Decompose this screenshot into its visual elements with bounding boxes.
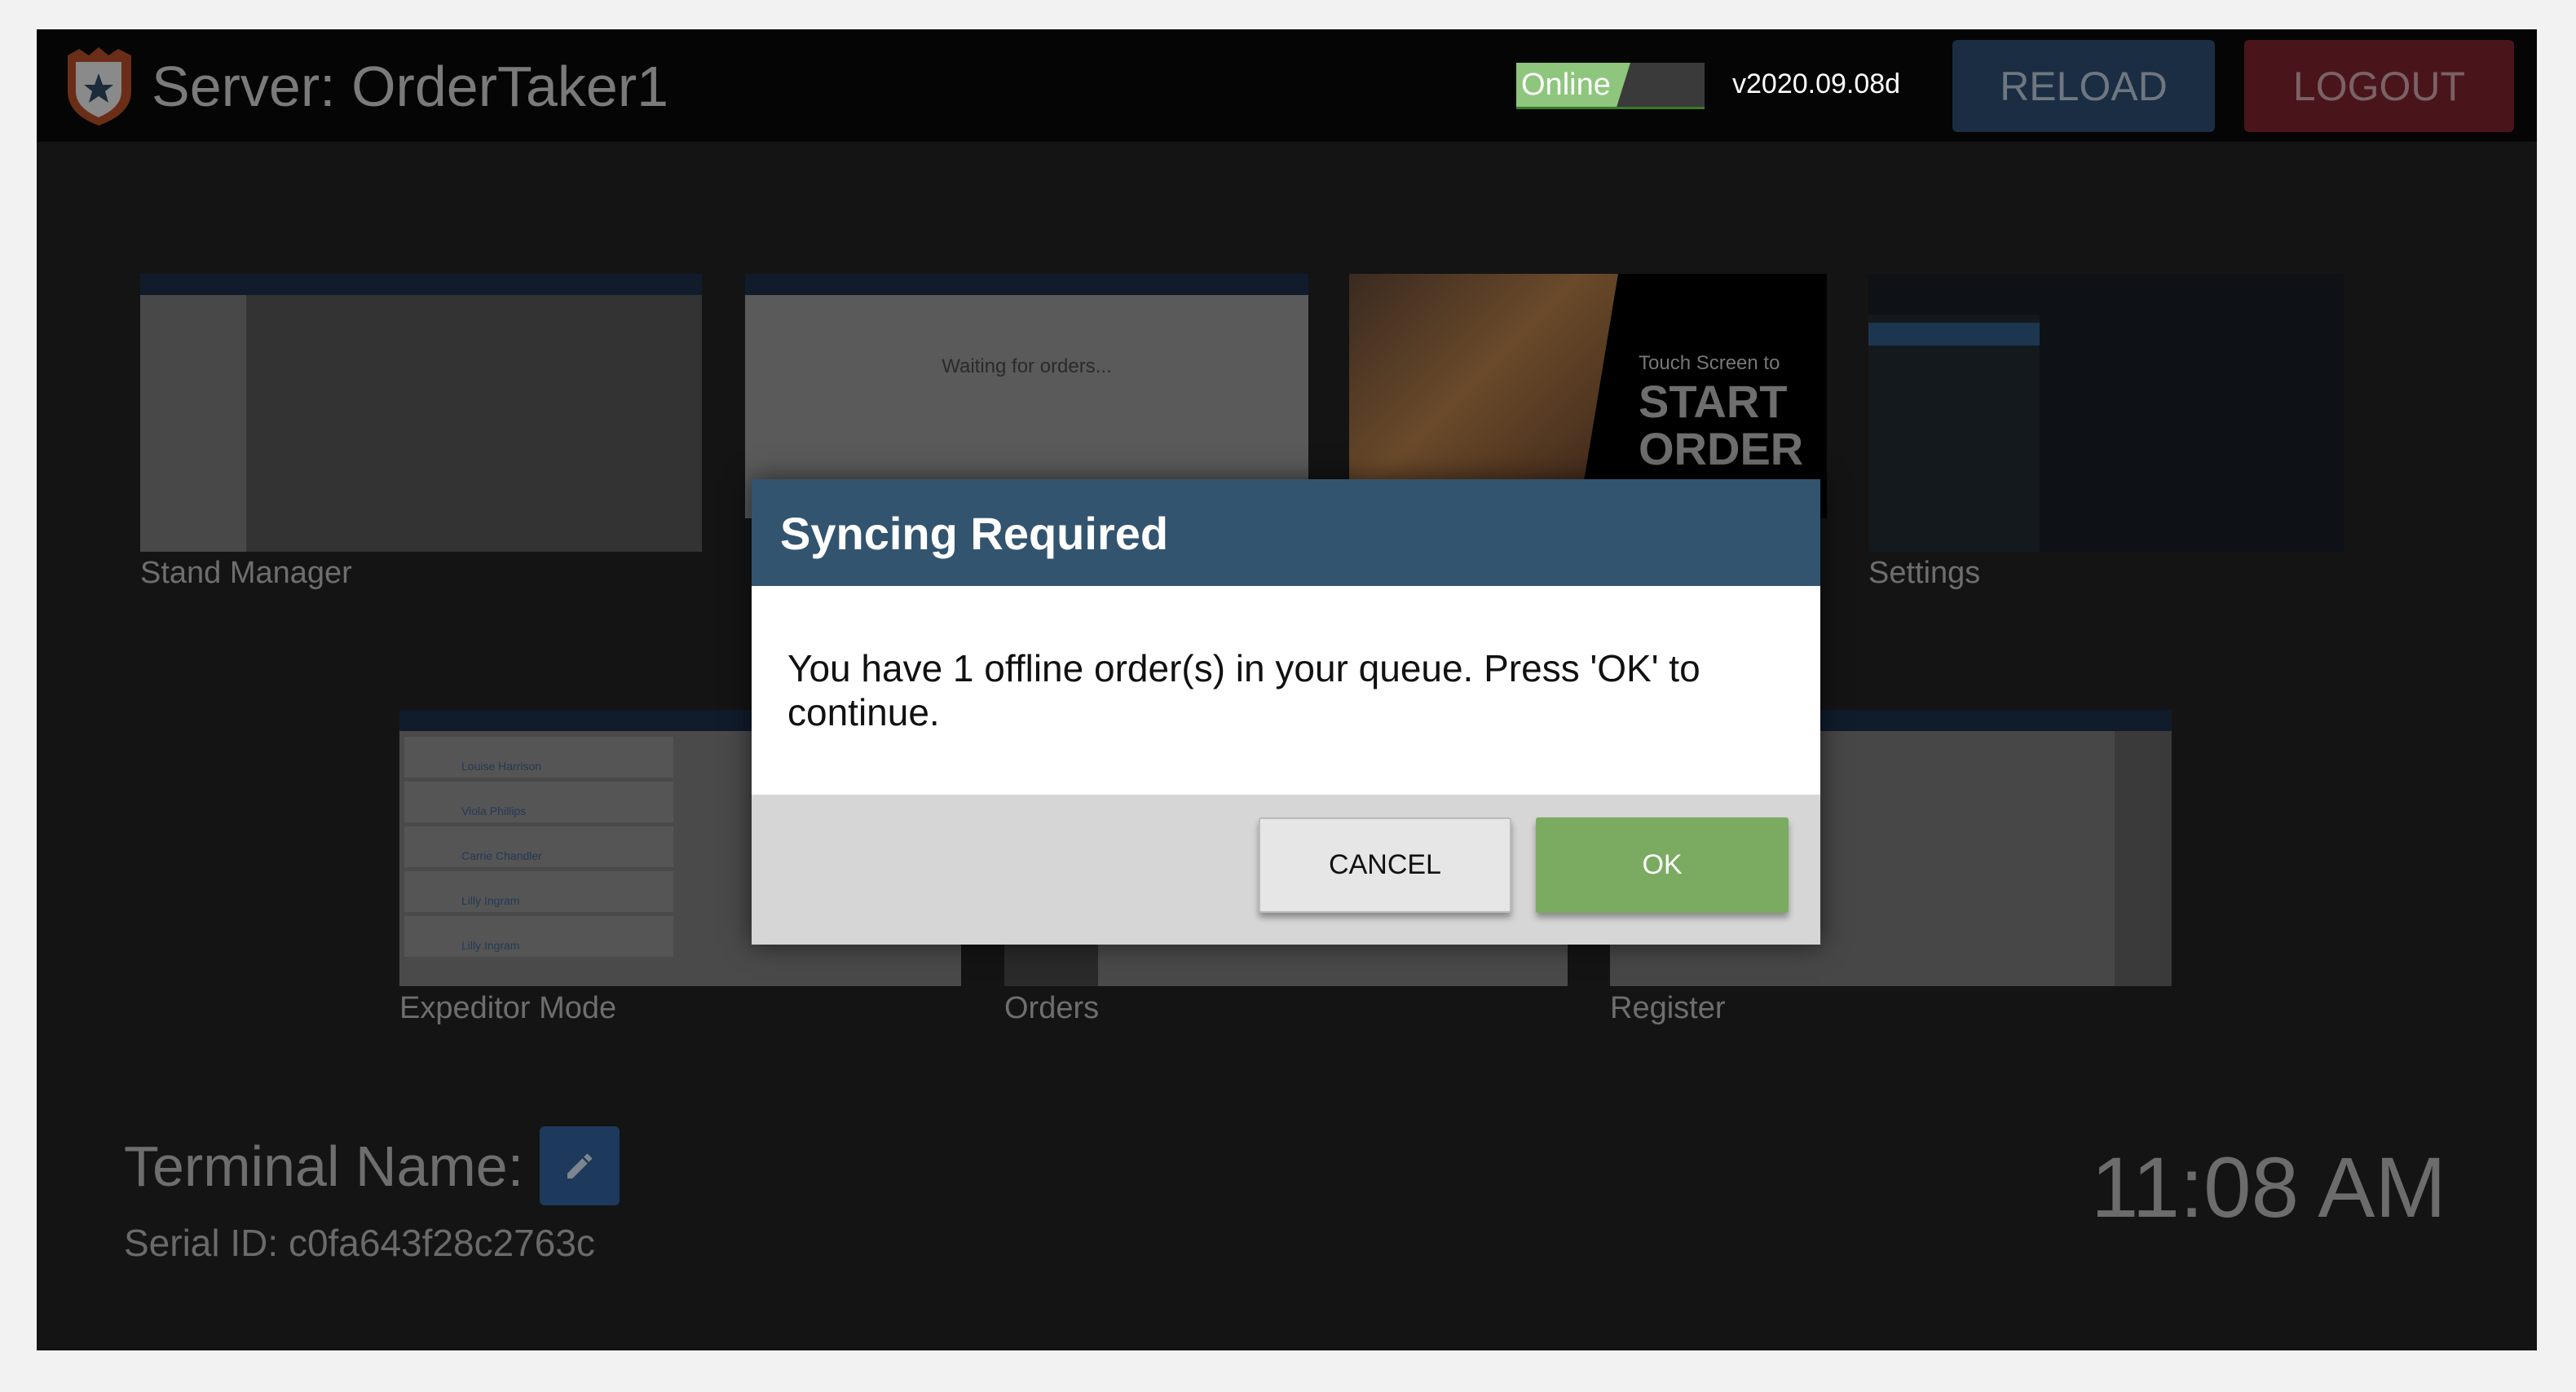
reload-button[interactable]: RELOAD: [1952, 40, 2215, 132]
online-toggle[interactable]: Online: [1516, 63, 1705, 109]
server-title: Server: OrderTaker1: [152, 55, 669, 118]
expeditor-order: Louise Harrison: [404, 737, 673, 777]
clock: 11:08 AM: [2091, 1140, 2446, 1236]
dialog-message: You have 1 offline order(s) in your queu…: [787, 647, 1700, 733]
top-bar: Server: OrderTaker1 Online v2020.09.08d …: [37, 29, 2537, 142]
thumb-waiting-text: Waiting for orders...: [942, 355, 1112, 377]
app-label-register: Register: [1610, 991, 1726, 1025]
expeditor-order: Lilly Ingram: [404, 871, 673, 912]
expeditor-order: Lilly Ingram: [404, 916, 673, 957]
thumb-touch-text: Touch Screen to: [1639, 352, 1780, 374]
ok-button[interactable]: OK: [1536, 817, 1789, 913]
online-status: Online: [1516, 63, 1630, 107]
thumb-start-order: START ORDER: [1639, 376, 1804, 474]
edit-terminal-name-button[interactable]: [540, 1126, 620, 1205]
dialog-footer: CANCEL OK: [752, 795, 1820, 945]
cancel-button[interactable]: CANCEL: [1259, 817, 1511, 913]
logout-button[interactable]: LOGOUT: [2244, 40, 2514, 132]
app-tile-stand-manager[interactable]: [140, 274, 702, 552]
app-screen: Server: OrderTaker1 Online v2020.09.08d …: [37, 29, 2537, 1350]
dialog-title: Syncing Required: [752, 479, 1820, 586]
syncing-required-dialog: Syncing Required You have 1 offline orde…: [752, 479, 1820, 945]
app-tile-settings[interactable]: [1868, 274, 2344, 552]
app-label-orders: Orders: [1004, 991, 1100, 1025]
app-label-settings: Settings: [1868, 556, 1981, 590]
app-label-expeditor: Expeditor Mode: [399, 991, 617, 1025]
pencil-icon: [567, 1153, 592, 1178]
app-label-stand-manager: Stand Manager: [140, 556, 352, 590]
expeditor-order: Carrie Chandler: [404, 826, 673, 867]
shield-logo-icon: [68, 47, 131, 126]
terminal-name-label: Terminal Name:: [124, 1134, 524, 1198]
serial-id: Serial ID: c0fa643f28c2763c: [124, 1222, 595, 1264]
version-label: v2020.09.08d: [1732, 68, 1901, 99]
expeditor-order: Viola Phillips: [404, 782, 673, 822]
